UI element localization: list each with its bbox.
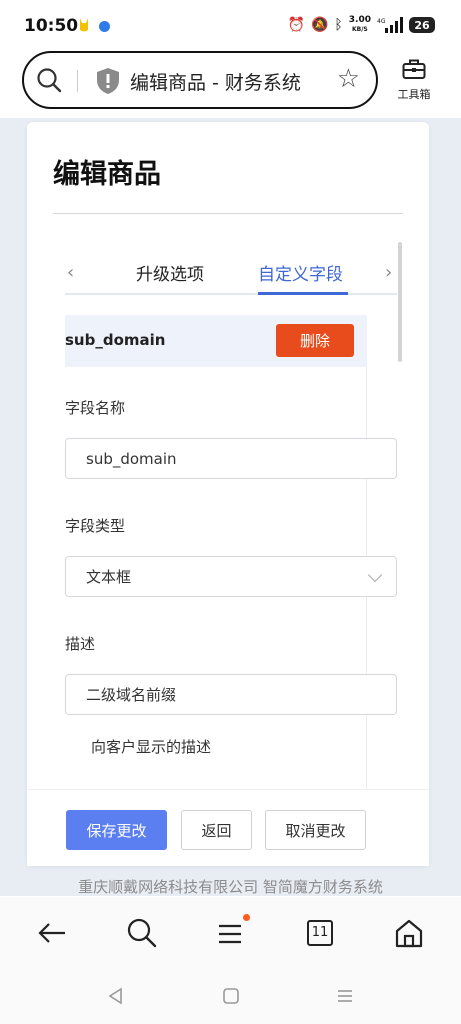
home-icon[interactable] (393, 917, 425, 949)
field-type-select[interactable]: 文本框 (65, 556, 397, 597)
custom-field-block: sub_domain 删除 字段名称 sub_domain 字段类型 文本框 描… (65, 315, 397, 795)
app-notification-icon (80, 18, 88, 32)
title-divider (53, 213, 403, 214)
system-navigation-bar (0, 969, 461, 1024)
save-button[interactable]: 保存更改 (66, 810, 167, 850)
tab-scroll-right-icon[interactable]: › (385, 262, 392, 283)
toolbox-icon (402, 59, 426, 79)
mute-icon: 🔕 (310, 17, 329, 33)
status-icons: ⏰ 🔕 ᛒ 3.00 KB/S 4G 26 (287, 15, 435, 34)
signal-icon: 4G (377, 17, 403, 33)
system-home-icon[interactable] (221, 986, 241, 1006)
search-icon[interactable] (126, 917, 158, 949)
field-name-input[interactable]: sub_domain (65, 438, 397, 479)
active-tab-indicator (258, 292, 348, 295)
tabs-count-button[interactable]: 11 (304, 917, 336, 949)
toolbox-label: 工具箱 (397, 88, 431, 101)
search-icon[interactable] (36, 67, 62, 93)
address-separator (77, 70, 78, 92)
tab-custom-fields[interactable]: 自定义字段 (258, 260, 343, 285)
menu-notification-dot (243, 914, 250, 921)
address-bar[interactable]: 编辑商品 - 财务系统 ☆ (22, 51, 378, 109)
delete-button[interactable]: 删除 (276, 324, 354, 357)
bookmark-star-icon[interactable]: ☆ (337, 64, 360, 94)
field-type-value: 文本框 (86, 568, 132, 586)
alarm-icon: ⏰ (287, 17, 305, 33)
description-input[interactable]: 二级域名前缀 (65, 674, 397, 715)
custom-field-title: sub_domain (65, 331, 166, 349)
form-actions: 保存更改 返回 取消更改 (27, 789, 429, 866)
network-speed: 3.00 KB/S (348, 15, 371, 34)
scrollbar[interactable] (398, 242, 402, 362)
custom-field-header: sub_domain 删除 (65, 315, 367, 367)
shield-icon[interactable] (96, 67, 120, 95)
back-arrow-icon[interactable] (36, 917, 68, 949)
svg-text:4G: 4G (377, 18, 386, 25)
cancel-button[interactable]: 取消更改 (265, 810, 366, 850)
description-label: 描述 (65, 635, 96, 653)
back-button[interactable]: 返回 (181, 810, 252, 850)
chevron-down-icon (367, 567, 383, 583)
tab-scroll-left-icon[interactable]: ‹ (67, 262, 74, 283)
page-title-in-address-bar[interactable]: 编辑商品 - 财务系统 (130, 68, 301, 95)
bluetooth-icon: ᛒ (334, 17, 343, 33)
status-bar: 10:50 ⏰ 🔕 ᛒ 3.00 KB/S 4G 26 (0, 0, 461, 50)
footer-company-text: 重庆顺戴网络科技有限公司 智简魔方财务系统 (78, 878, 383, 896)
system-recents-icon[interactable] (335, 986, 355, 1006)
menu-icon[interactable] (215, 917, 247, 949)
battery-indicator: 26 (409, 17, 435, 33)
description-hint: 向客户显示的描述 (91, 738, 212, 756)
field-name-label: 字段名称 (65, 399, 126, 417)
system-back-icon[interactable] (106, 986, 126, 1006)
app-notification-dot-icon (99, 21, 110, 32)
field-type-label: 字段类型 (65, 517, 126, 535)
tabs-count: 11 (311, 925, 329, 940)
status-time: 10:50 (24, 16, 79, 36)
page-title: 编辑商品 (53, 159, 161, 190)
browser-bottom-nav: 11 (0, 897, 461, 969)
edit-product-card: 编辑商品 ‹ 升级选项 自定义字段 › sub_domain 删除 字段名称 s… (27, 122, 429, 866)
toolbox-button[interactable]: 工具箱 (392, 58, 436, 102)
tab-upgrade-options[interactable]: 升级选项 (136, 260, 204, 285)
